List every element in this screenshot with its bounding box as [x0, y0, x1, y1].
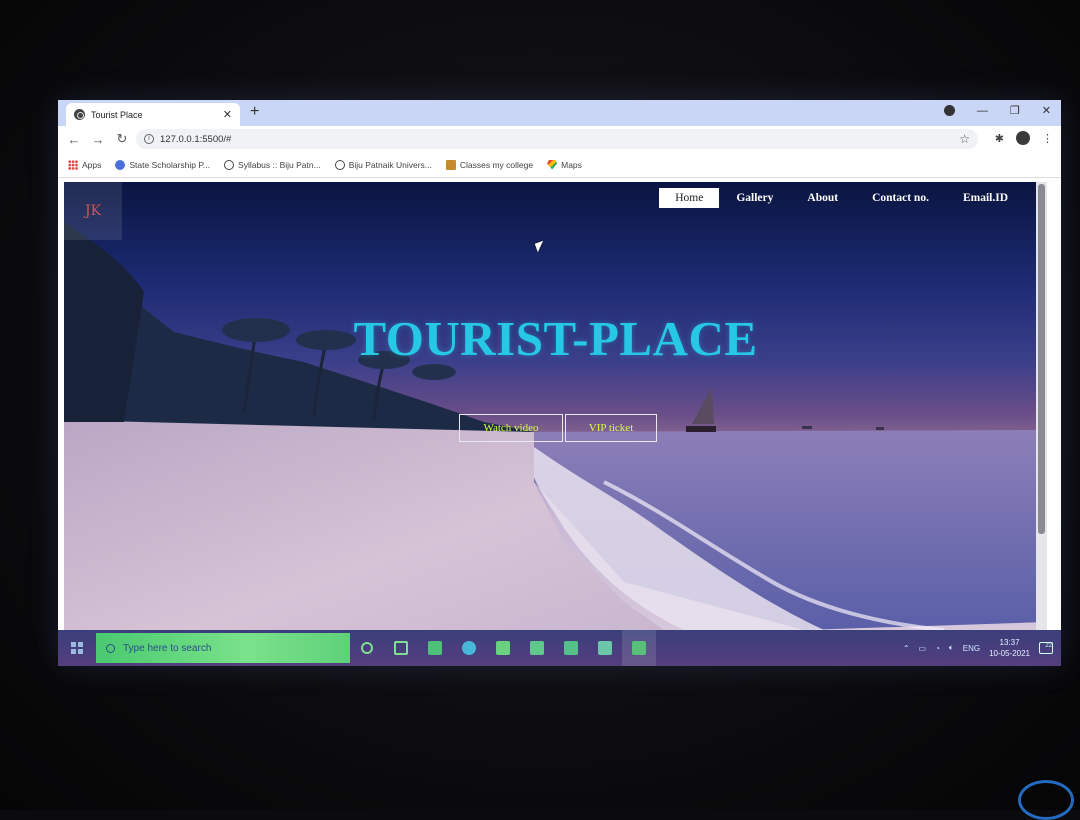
back-icon[interactable]: ← — [62, 132, 86, 147]
windows-icon — [71, 642, 83, 654]
battery-icon[interactable]: ▭ — [919, 644, 927, 653]
taskbar: Type here to search ⌃ ▭ ◔ 🔈︎ ENG 13:37 1… — [58, 630, 1061, 666]
search-icon — [106, 643, 115, 653]
reload-icon[interactable]: ↻ — [110, 131, 134, 147]
tab-title: Tourist Place — [91, 109, 143, 120]
desk-light-reflection — [1018, 780, 1074, 820]
store-icon[interactable] — [520, 630, 554, 666]
beach-background-image — [64, 222, 1047, 630]
browser-toolbar: ← → ↻ i 127.0.0.1:5500/# ☆ ✱ ⋮ — [58, 126, 1061, 152]
nav-about[interactable]: About — [790, 188, 855, 208]
site-info-icon[interactable]: i — [144, 134, 154, 144]
monitor-bezel: Tourist Place ✕ + — ❐ ✕ ← → ↻ i 127.0.0.… — [0, 0, 1080, 820]
notifications-button[interactable]: 22 — [1039, 642, 1053, 654]
show-hidden-icons-icon[interactable]: ⌃ — [903, 644, 910, 653]
hero-title: TOURIST-PLACE — [353, 311, 758, 366]
volume-icon[interactable]: 🔈︎ — [949, 643, 954, 653]
bookmark-apps[interactable]: Apps — [68, 159, 101, 170]
site-logo[interactable]: JK — [64, 182, 122, 240]
nav-email[interactable]: Email.ID — [946, 188, 1025, 208]
edge-icon[interactable] — [452, 630, 486, 666]
start-button[interactable] — [58, 630, 96, 666]
site-nav: Home Gallery About Contact no. Email.ID — [659, 188, 1025, 208]
clock-date: 10-05-2021 — [989, 649, 1030, 658]
wifi-icon[interactable]: ◔ — [935, 644, 940, 653]
vip-ticket-button[interactable]: VIP ticket — [565, 414, 657, 442]
page-viewport: JK Home Gallery About Contact no. Email.… — [64, 182, 1047, 630]
language-indicator[interactable]: ENG — [963, 644, 980, 653]
file-explorer-icon[interactable] — [486, 630, 520, 666]
chrome-icon[interactable] — [622, 630, 656, 666]
close-tab-icon[interactable]: ✕ — [223, 108, 232, 121]
window-controls: — ❐ ✕ — [943, 104, 1051, 117]
close-window-icon[interactable]: ✕ — [1042, 104, 1051, 117]
menu-icon[interactable]: ⋮ — [1042, 132, 1053, 145]
scholarship-icon — [115, 159, 126, 170]
nav-gallery[interactable]: Gallery — [719, 188, 790, 208]
bookmark-syllabus[interactable]: Syllabus :: Biju Patn... — [224, 159, 321, 170]
globe-icon — [334, 159, 345, 170]
nav-contact[interactable]: Contact no. — [855, 188, 946, 208]
classroom-icon — [445, 159, 456, 170]
extensions-icon[interactable]: ✱ — [995, 132, 1004, 145]
bookmark-maps[interactable]: Maps — [547, 159, 582, 170]
scrollbar[interactable] — [1036, 182, 1047, 630]
bookmark-scholarship[interactable]: State Scholarship P... — [115, 159, 210, 170]
globe-icon — [224, 159, 235, 170]
taskbar-search[interactable]: Type here to search — [96, 633, 350, 663]
url-text: 127.0.0.1:5500/# — [160, 133, 232, 145]
task-view-icon[interactable] — [384, 630, 418, 666]
nav-home[interactable]: Home — [659, 188, 720, 208]
maps-icon — [547, 159, 558, 170]
screen: Tourist Place ✕ + — ❐ ✕ ← → ↻ i 127.0.0.… — [58, 100, 1061, 666]
search-placeholder: Type here to search — [123, 642, 212, 654]
toolbar-right: ✱ ⋮ — [995, 131, 1053, 145]
new-tab-button[interactable]: + — [250, 103, 259, 121]
favicon-icon — [74, 109, 85, 120]
scrollbar-thumb[interactable] — [1038, 184, 1045, 534]
minimize-icon[interactable]: — — [977, 105, 988, 117]
avatar[interactable] — [1016, 131, 1030, 145]
watch-video-button[interactable]: Watch video — [459, 414, 563, 442]
cortana-icon[interactable] — [350, 630, 384, 666]
browser-tab[interactable]: Tourist Place ✕ — [66, 103, 240, 126]
tab-strip: Tourist Place ✕ + — ❐ ✕ — [58, 100, 1061, 126]
address-bar[interactable]: i 127.0.0.1:5500/# ☆ — [136, 129, 978, 149]
profile-icon[interactable] — [943, 105, 955, 116]
forward-icon[interactable]: → — [86, 132, 110, 147]
clock-time: 13:37 — [999, 638, 1020, 647]
apps-icon — [68, 159, 78, 170]
bookmark-university[interactable]: Biju Patnaik Univers... — [334, 159, 432, 170]
system-tray: ⌃ ▭ ◔ 🔈︎ ENG 13:37 10-05-2021 22 — [903, 630, 1053, 666]
visual-studio-icon[interactable] — [588, 630, 622, 666]
mail-icon[interactable] — [554, 630, 588, 666]
bookmark-star-icon[interactable]: ☆ — [959, 132, 970, 146]
vscode-icon[interactable] — [418, 630, 452, 666]
clock[interactable]: 13:37 10-05-2021 — [989, 637, 1030, 659]
hero-buttons: Watch video VIP ticket — [459, 414, 657, 442]
bookmark-classes[interactable]: Classes my college — [445, 159, 533, 170]
bookmarks-bar: Apps State Scholarship P... Syllabus :: … — [58, 152, 1061, 178]
restore-icon[interactable]: ❐ — [1010, 104, 1020, 117]
